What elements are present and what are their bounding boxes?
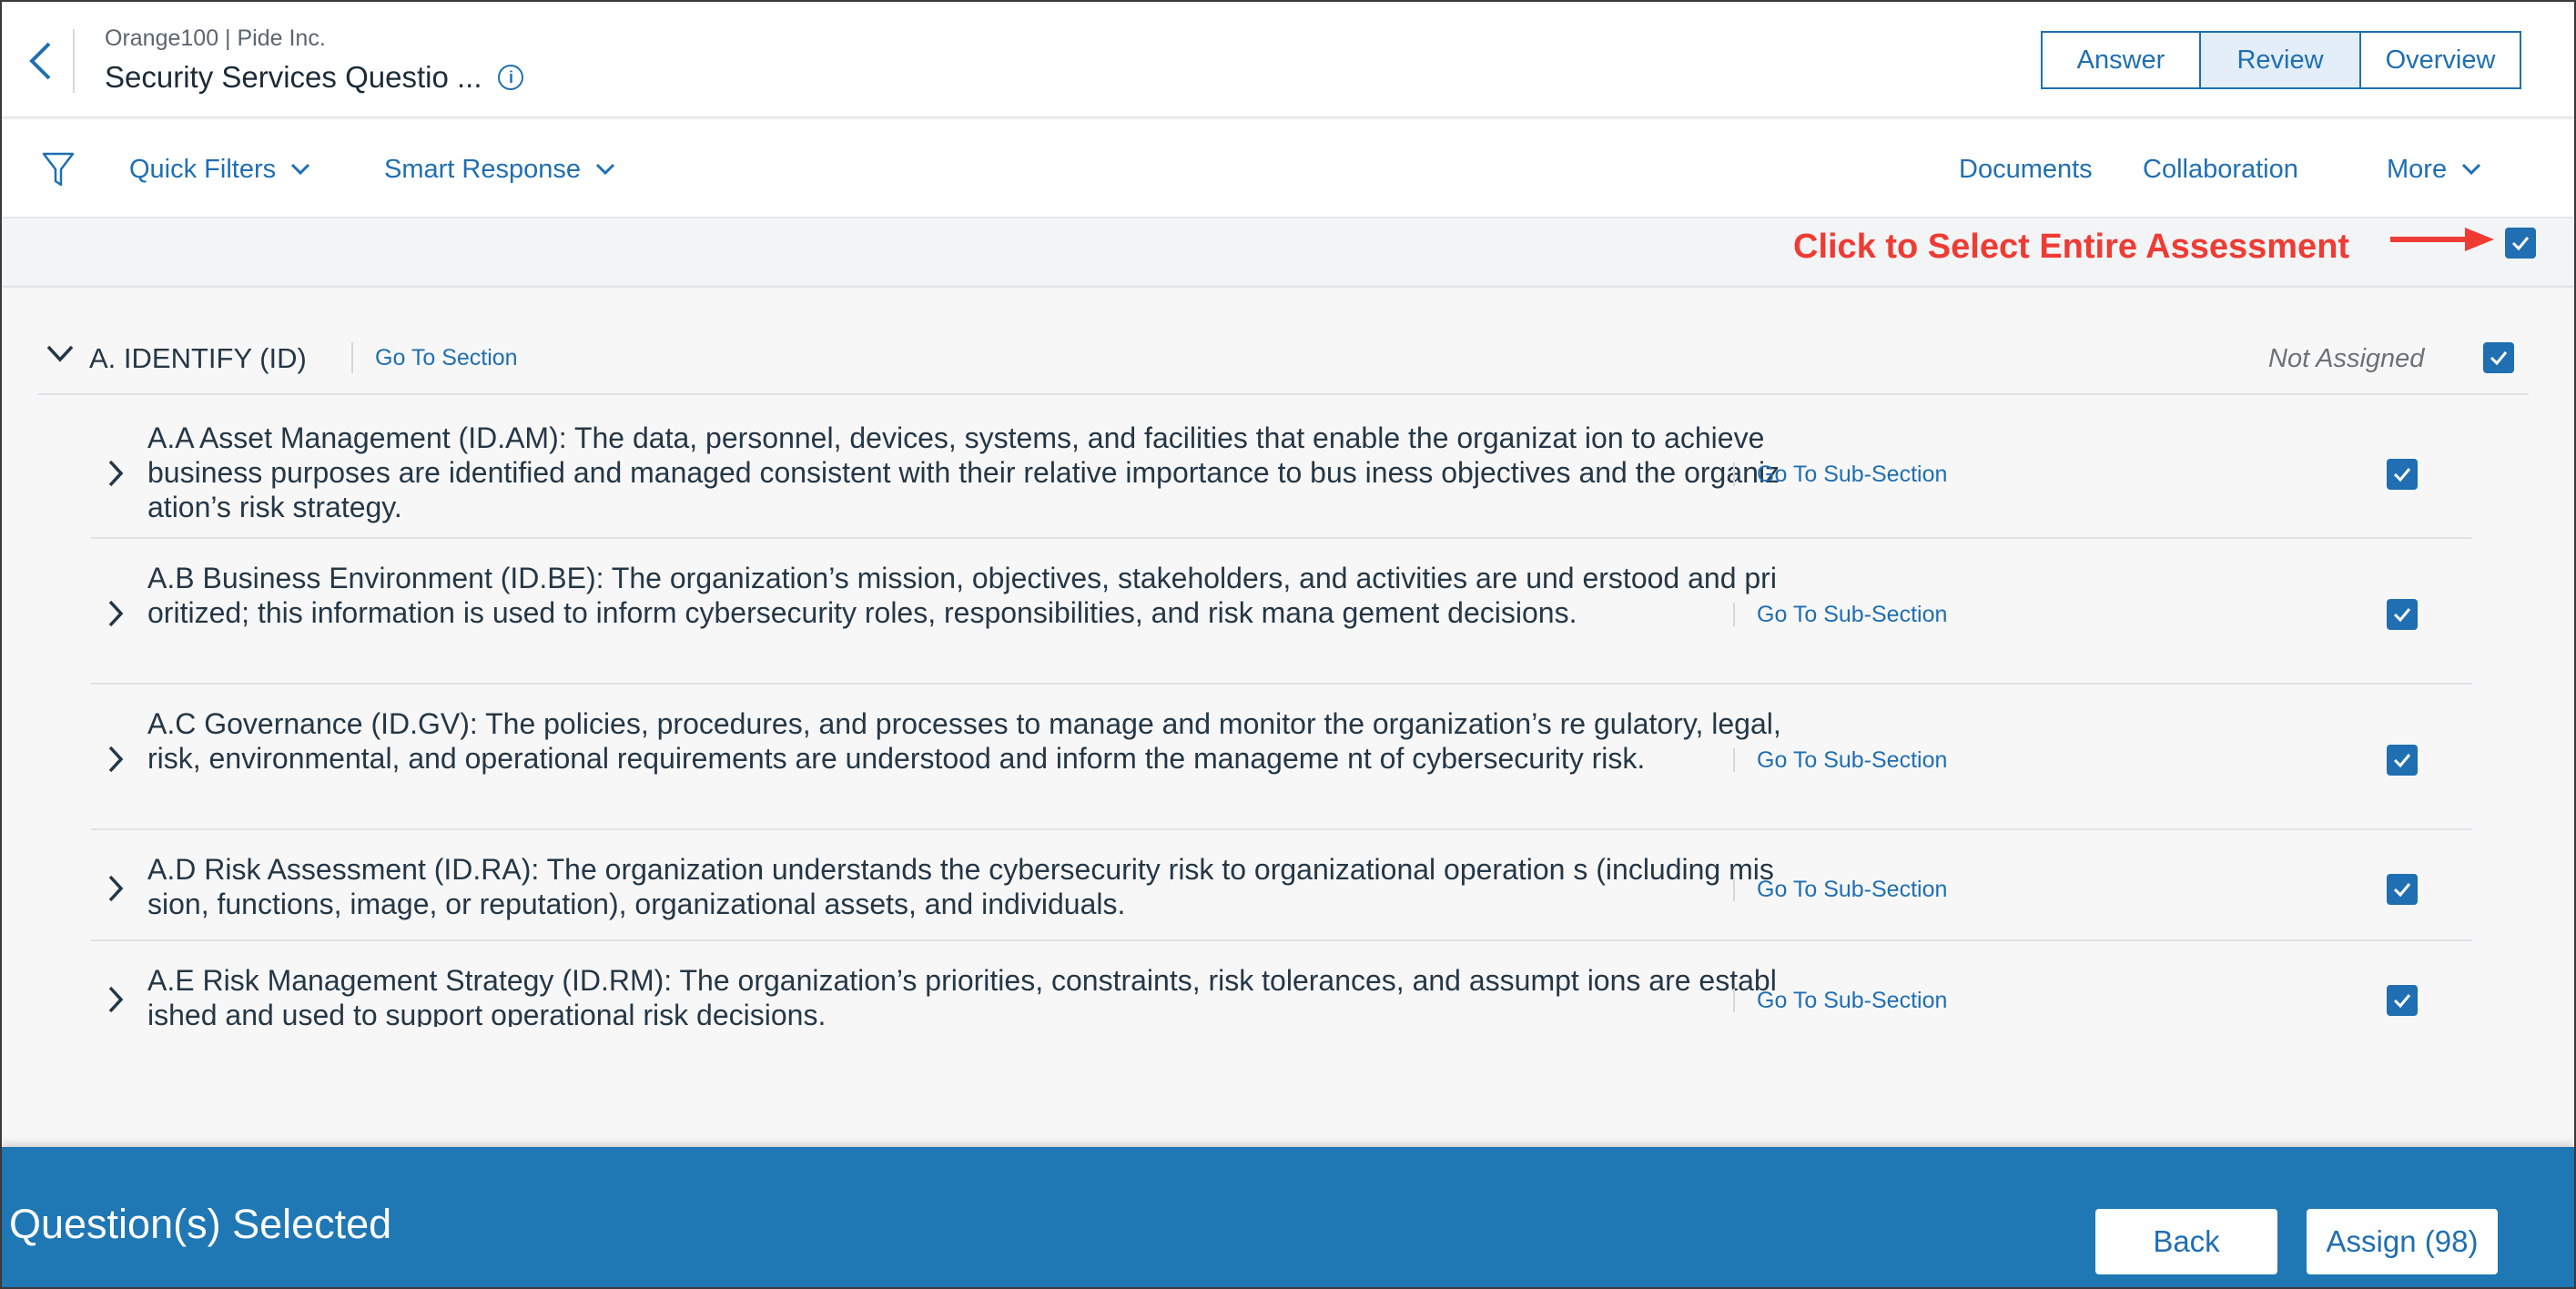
section-checkbox[interactable] [2483, 342, 2514, 373]
go-to-subsection-link[interactable]: Go To Sub-Section [1733, 462, 1947, 487]
chevron-right-icon[interactable] [107, 985, 124, 1014]
chevron-right-icon[interactable] [107, 599, 124, 628]
subsection-checkbox[interactable] [2387, 599, 2418, 630]
selection-footer: Question(s) Selected Back Assign (98) [2, 1147, 2574, 1287]
checkmark-icon [2393, 754, 2411, 768]
tab-overview[interactable]: Overview [2361, 33, 2520, 87]
app-frame: Orange100 | Pide Inc. Security Services … [0, 0, 2576, 1289]
chevron-down-icon [2462, 163, 2481, 176]
subsection-checkbox[interactable] [2387, 745, 2418, 776]
chevron-down-icon [595, 163, 615, 176]
info-icon[interactable]: i [498, 65, 524, 90]
filter-icon[interactable] [42, 120, 75, 218]
page-title: Security Services Questio ... [105, 60, 482, 94]
app-header: Orange100 | Pide Inc. Security Services … [2, 2, 2574, 118]
chevron-down-icon[interactable] [46, 344, 75, 364]
footer-title: Question(s) Selected [9, 1201, 392, 1247]
select-all-checkbox[interactable] [2505, 228, 2536, 259]
select-all-bar: Click to Select Entire Assessment [2, 220, 2574, 288]
subsection-text: A.B Business Environment (ID.BE): The or… [147, 562, 1777, 629]
tab-review[interactable]: Review [2201, 33, 2361, 87]
smart-response-label: Smart Response [384, 154, 581, 184]
back-button[interactable]: Back [2095, 1209, 2277, 1274]
smart-response-dropdown[interactable]: Smart Response [384, 120, 615, 218]
checkmark-icon [2393, 883, 2411, 898]
go-to-subsection-link[interactable]: Go To Sub-Section [1733, 877, 1947, 902]
breadcrumb: Orange100 | Pide Inc. [105, 25, 326, 51]
assignment-status: Not Assigned [2268, 344, 2425, 373]
view-tabs: Answer Review Overview [2041, 31, 2521, 89]
go-to-subsection-link[interactable]: Go To Sub-Section [1733, 988, 1947, 1013]
go-to-subsection-link[interactable]: Go To Sub-Section [1733, 602, 1947, 627]
section-title: A. IDENTIFY (ID) [89, 342, 307, 374]
go-to-section-link[interactable]: Go To Section [351, 342, 518, 373]
subsection-checkbox[interactable] [2387, 459, 2418, 490]
subsection-list: A.A Asset Management (ID.AM): The data, … [91, 399, 2527, 1027]
collaboration-link[interactable]: Collaboration [2143, 120, 2298, 218]
annotation-arrow-icon [2390, 228, 2494, 251]
more-label: More [2387, 154, 2448, 184]
section-header: A. IDENTIFY (ID) Go To Section Not Assig… [38, 322, 2529, 395]
chevron-right-icon[interactable] [107, 874, 124, 903]
checkmark-icon [2511, 237, 2530, 251]
checkmark-icon [2490, 351, 2508, 366]
subsection-text: A.E Risk Management Strategy (ID.RM): Th… [147, 964, 1777, 1027]
subsection-row: A.A Asset Management (ID.AM): The data, … [91, 399, 2472, 539]
subsection-row: A.E Risk Management Strategy (ID.RM): Th… [91, 941, 2472, 1027]
quick-filters-dropdown[interactable]: Quick Filters [129, 120, 310, 218]
more-dropdown[interactable]: More [2387, 120, 2481, 218]
page-title-row: Security Services Questio ... i [105, 60, 524, 95]
assign-button[interactable]: Assign (98) [2307, 1209, 2498, 1274]
chevron-down-icon [291, 163, 310, 176]
subsection-text: A.D Risk Assessment (ID.RA): The organiz… [147, 853, 1774, 920]
subsection-row: A.C Governance (ID.GV): The policies, pr… [91, 685, 2472, 830]
subsection-row: A.B Business Environment (ID.BE): The or… [91, 539, 2472, 685]
chevron-right-icon[interactable] [107, 745, 124, 774]
subsection-checkbox[interactable] [2387, 985, 2418, 1016]
go-to-subsection-link[interactable]: Go To Sub-Section [1733, 747, 1947, 773]
select-all-annotation: Click to Select Entire Assessment [1793, 228, 2350, 266]
documents-link[interactable]: Documents [1959, 120, 2093, 218]
checkmark-icon [2393, 468, 2411, 482]
checkmark-icon [2393, 608, 2411, 623]
back-arrow-icon[interactable] [22, 36, 58, 86]
tab-answer[interactable]: Answer [2043, 33, 2201, 87]
subsection-text: A.A Asset Management (ID.AM): The data, … [147, 421, 1780, 523]
subsection-text: A.C Governance (ID.GV): The policies, pr… [147, 707, 1781, 775]
toolbar: Quick Filters Smart Response Documents C… [2, 120, 2574, 218]
checkmark-icon [2393, 994, 2411, 1009]
subsection-row: A.D Risk Assessment (ID.RA): The organiz… [91, 830, 2472, 941]
subsection-checkbox[interactable] [2387, 874, 2418, 905]
header-divider [73, 29, 75, 93]
chevron-right-icon[interactable] [107, 459, 124, 488]
quick-filters-label: Quick Filters [129, 154, 277, 184]
